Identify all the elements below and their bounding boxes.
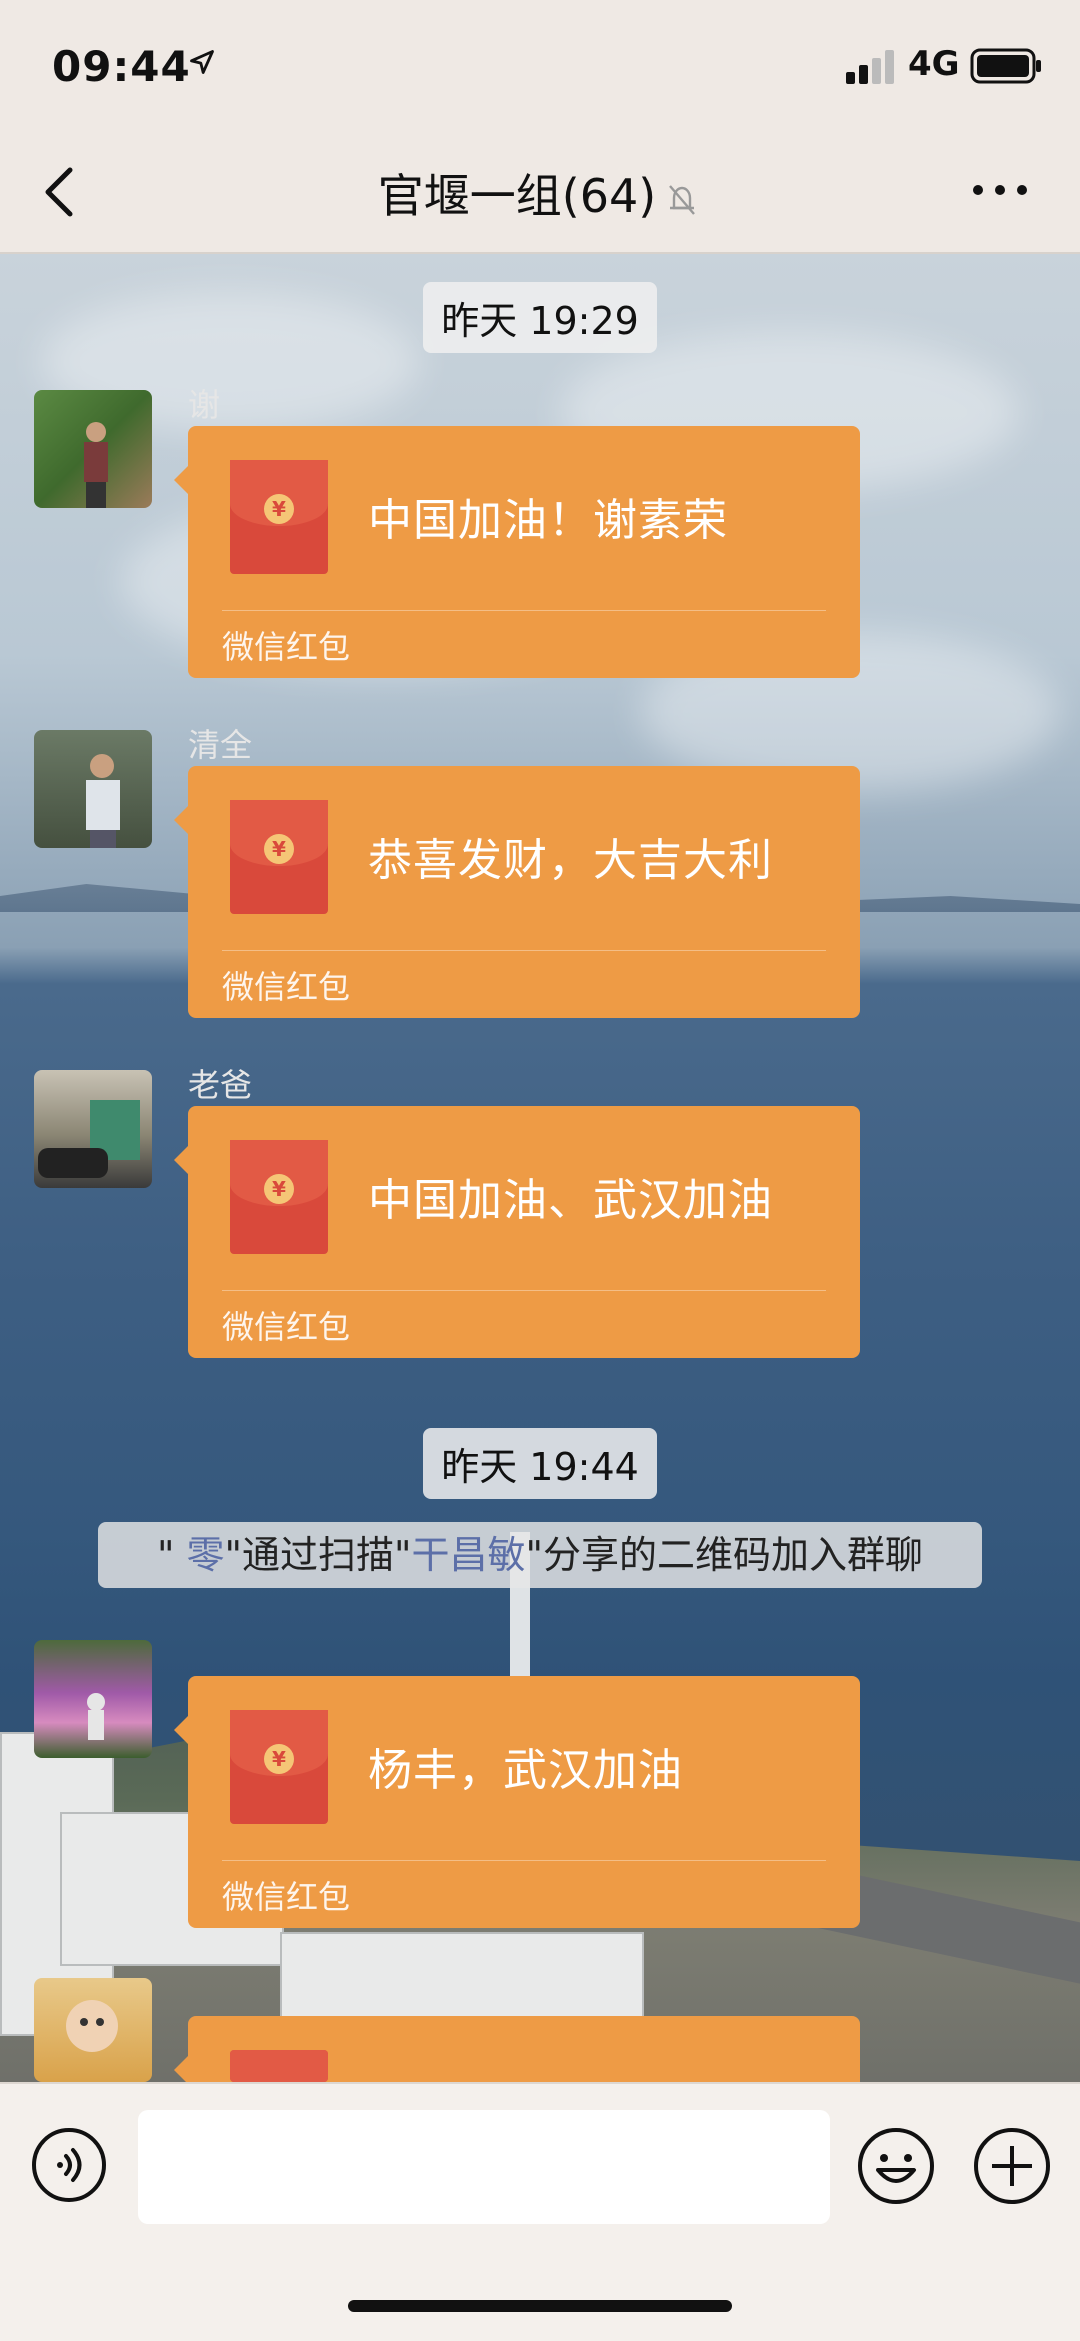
battery-icon <box>970 48 1041 84</box>
red-packet-message: 恭喜发财，大吉大利 <box>368 835 773 886</box>
avatar[interactable] <box>34 390 152 508</box>
network-type: 4G <box>908 44 960 84</box>
red-packet-message: 杨丰，武汉加油 <box>368 1745 683 1796</box>
joined-user-link[interactable]: 零 <box>187 1533 225 1577</box>
message-input[interactable] <box>138 2110 830 2224</box>
status-time: 09:44 <box>52 42 191 91</box>
inviter-link[interactable]: 干昌敏 <box>412 1533 526 1577</box>
more-icon[interactable] <box>970 180 1030 200</box>
sender-name: 老爸 <box>188 1066 253 1104</box>
red-packet-label: 微信红包 <box>222 628 351 666</box>
sender-name: 清全 <box>188 726 253 764</box>
red-packet[interactable]: ¥ 中国加油、武汉加油 微信红包 <box>174 1106 860 1358</box>
system-join-message: " 零"通过扫描"干昌敏"分享的二维码加入群聊 <box>98 1522 982 1588</box>
location-arrow-icon <box>190 50 214 74</box>
red-packet-partial[interactable] <box>174 2016 860 2084</box>
red-packet[interactable]: ¥ 杨丰，武汉加油 微信红包 <box>174 1676 860 1928</box>
avatar[interactable] <box>34 730 152 848</box>
status-bar: 09:44 4G <box>0 0 1080 132</box>
red-packet-label: 微信红包 <box>222 1878 351 1916</box>
plus-icon[interactable] <box>972 2126 1052 2206</box>
red-envelope-icon: ¥ <box>230 800 328 914</box>
chat-title: 官堰一组(64) <box>377 169 657 223</box>
red-packet-label: 微信红包 <box>222 1308 351 1346</box>
avatar[interactable] <box>34 1978 152 2082</box>
red-envelope-icon: ¥ <box>230 1140 328 1254</box>
timestamp-label: 昨天 19:29 <box>423 282 657 353</box>
red-packet[interactable]: ¥ 恭喜发财，大吉大利 微信红包 <box>174 766 860 1018</box>
red-packet-message: 中国加油！谢素荣 <box>368 495 728 546</box>
mute-bell-icon <box>669 184 696 215</box>
chat-header: 官堰一组(64) <box>0 132 1080 254</box>
home-indicator[interactable] <box>348 2300 732 2312</box>
voice-icon[interactable] <box>30 2126 108 2204</box>
sender-name: 谢 <box>188 386 221 424</box>
timestamp-label: 昨天 19:44 <box>423 1428 657 1499</box>
chat-title-wrap[interactable]: 官堰一组(64) <box>0 160 1080 226</box>
timestamp: 昨天 19:44 <box>0 1428 1080 1499</box>
red-envelope-icon: ¥ <box>230 460 328 574</box>
signal-icon <box>846 50 894 84</box>
red-packet[interactable]: ¥ 中国加油！谢素荣 微信红包 <box>174 426 860 678</box>
red-packet-message: 中国加油、武汉加油 <box>368 1175 773 1226</box>
avatar[interactable] <box>34 1640 152 1758</box>
emoji-icon[interactable] <box>856 2126 936 2206</box>
red-envelope-icon <box>230 2050 328 2082</box>
red-packet-label: 微信红包 <box>222 968 351 1006</box>
avatar[interactable] <box>34 1070 152 1188</box>
red-envelope-icon: ¥ <box>230 1710 328 1824</box>
timestamp: 昨天 19:29 <box>0 282 1080 353</box>
